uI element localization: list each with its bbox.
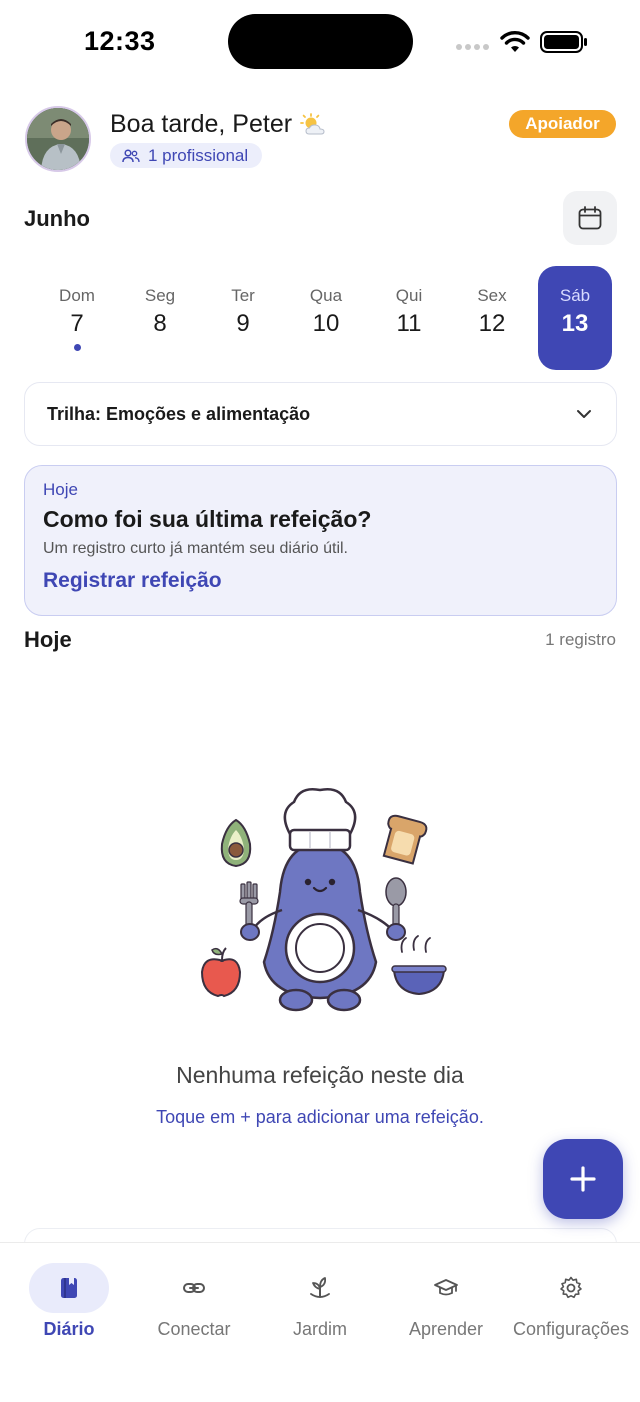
- tab-diario[interactable]: Diário: [4, 1263, 134, 1340]
- day-sat-selected[interactable]: Sáb 13: [538, 266, 612, 370]
- day-number: 12: [478, 310, 506, 337]
- battery-icon: [540, 31, 587, 53]
- users-icon: [122, 148, 140, 162]
- day-tue[interactable]: Ter 9: [206, 266, 280, 370]
- track-label: Trilha: Emoções e alimentação: [47, 403, 311, 424]
- day-number: 9: [236, 310, 250, 337]
- tab-label: Jardim: [292, 1319, 347, 1339]
- calendar-button[interactable]: [563, 191, 617, 245]
- day-name: Qui: [395, 286, 423, 305]
- plus-icon: [570, 1166, 596, 1192]
- tab-label: Configurações: [512, 1319, 630, 1339]
- day-wed[interactable]: Qua 10: [289, 266, 363, 370]
- professional-chip[interactable]: 1 profissional: [110, 143, 263, 168]
- card-subtitle: Um registro curto já mantém seu diário ú…: [43, 540, 348, 557]
- day-fri[interactable]: Sex 12: [455, 266, 529, 370]
- day-name: Sáb: [559, 286, 591, 305]
- dynamic-island: [228, 14, 413, 69]
- link-icon: [183, 1283, 205, 1293]
- tab-label: Conectar: [157, 1319, 231, 1339]
- day-name: Qua: [309, 286, 343, 305]
- week-strip: Dom 7 Seg 8 Ter 9 Qua 10 Qui 11 Sex 12 S…: [36, 266, 613, 370]
- register-meal-link[interactable]: Registrar refeição: [43, 569, 222, 593]
- entry-dot: [73, 344, 81, 351]
- day-number: 11: [396, 310, 422, 337]
- empty-state-subtitle: Toque em + para adicionar uma refeição.: [156, 1107, 484, 1127]
- book-icon: [61, 1278, 77, 1298]
- day-number: 8: [153, 310, 167, 337]
- track-dropdown[interactable]: Trilha: Emoções e alimentação: [24, 382, 617, 446]
- avatar-photo: [27, 108, 89, 170]
- day-name: Sex: [477, 286, 507, 305]
- supporter-badge[interactable]: Apoiador: [509, 110, 616, 138]
- avatar[interactable]: [25, 106, 91, 172]
- empty-state-title: Nenhuma refeição neste dia: [176, 1062, 464, 1088]
- greeting-text: Boa tarde, Peter: [110, 110, 293, 138]
- toast-icon: [382, 814, 428, 865]
- day-mon[interactable]: Seg 8: [123, 266, 197, 370]
- day-sun[interactable]: Dom 7: [40, 266, 114, 370]
- day-name: Dom: [59, 286, 95, 305]
- day-thu[interactable]: Qui 11: [372, 266, 446, 370]
- tab-conectar[interactable]: Conectar: [129, 1263, 259, 1340]
- tab-jardim[interactable]: Jardim: [255, 1263, 385, 1340]
- status-time: 12:33: [84, 26, 156, 56]
- tab-label: Diário: [43, 1319, 95, 1339]
- graduation-cap-icon: [434, 1279, 458, 1296]
- professional-chip-label: 1 profissional: [148, 145, 249, 165]
- sprout-icon: [310, 1277, 330, 1298]
- calendar-icon: [578, 206, 602, 230]
- bottom-tab-bar: Diário Conectar Jardim Aprender Configur…: [0, 1242, 640, 1402]
- day-number: 7: [70, 310, 84, 337]
- avocado-icon: [220, 818, 252, 868]
- chevron-down-icon: [577, 410, 591, 418]
- card-eyebrow: Hoje: [43, 480, 78, 499]
- partly-sunny-icon: [300, 112, 325, 134]
- wifi-icon: [500, 31, 530, 52]
- tab-configuracoes[interactable]: Configurações: [506, 1263, 636, 1340]
- day-name: Ter: [231, 286, 255, 305]
- greeting: Boa tarde, Peter: [110, 110, 328, 139]
- tab-aprender[interactable]: Aprender: [381, 1263, 511, 1340]
- tab-label: Aprender: [408, 1319, 484, 1339]
- day-number: 10: [312, 310, 340, 337]
- add-meal-button[interactable]: [543, 1139, 623, 1219]
- apple-icon: [200, 947, 242, 998]
- section-title: Hoje: [24, 627, 72, 652]
- status-bar: 12:33: [0, 0, 640, 84]
- chef-mascot-illustration: [200, 788, 447, 1012]
- month-title: Junho: [24, 206, 90, 231]
- today-prompt-card: Hoje Como foi sua última refeição? Um re…: [24, 465, 617, 616]
- cellular-signal-icon: [456, 44, 489, 50]
- gear-icon: [560, 1276, 582, 1299]
- card-title: Como foi sua última refeição?: [43, 506, 372, 532]
- day-name: Seg: [144, 286, 176, 305]
- day-number: 13: [561, 310, 589, 337]
- entry-count: 1 registro: [545, 630, 616, 649]
- soup-bowl-icon: [391, 935, 447, 996]
